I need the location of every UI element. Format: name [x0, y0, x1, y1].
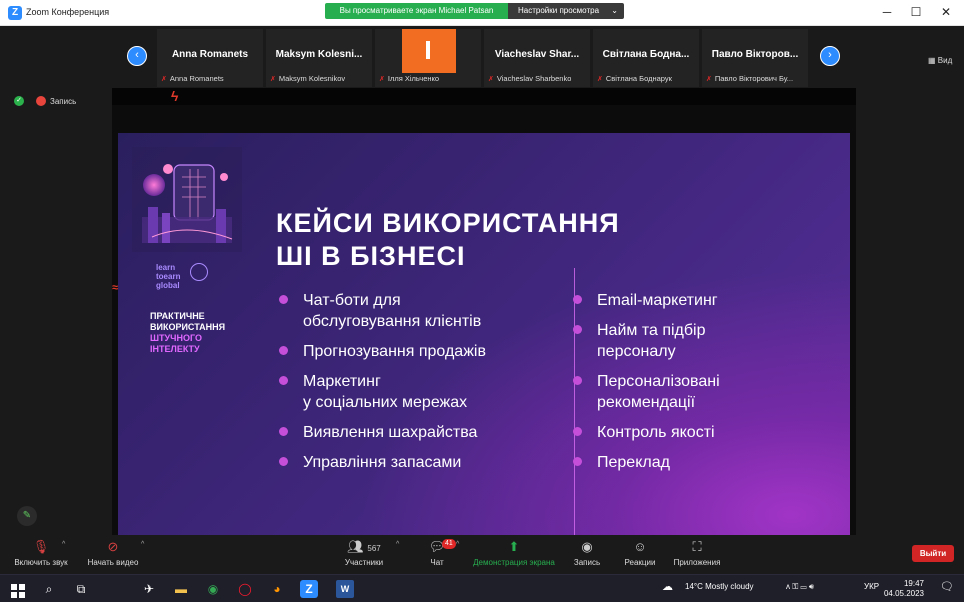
zoom-window: Z Zoom Конференция Вы просматриваете экр…	[0, 0, 964, 602]
participant-tile[interactable]: Павло Вікторов... ✗ Павло Вікторович Бу..…	[702, 29, 808, 87]
participant-label: ✗ Світлана Боднарук	[597, 74, 672, 83]
participant-label: ✗ Maksym Kolesnikov	[270, 74, 346, 83]
opera-icon[interactable]: ◯	[236, 580, 254, 598]
participant-name: Viacheslav Shar...	[494, 49, 580, 60]
participants-icon: 👥︎ 567	[347, 539, 381, 554]
list-item: Персоналізовані рекомендації	[570, 371, 830, 413]
recording-icon	[36, 96, 46, 106]
tray-icons[interactable]: ʌ ⚿ ▭ 🔊︎	[786, 582, 814, 592]
participant-label: ✗ Павло Вікторович Бу...	[706, 74, 794, 83]
slide-subtitle: ПРАКТИЧНЕ ВИКОРИСТАННЯ ШТУЧНОГО ІНТЕЛЕКТ…	[150, 311, 226, 354]
weather-icon[interactable]: ☁	[662, 580, 673, 593]
start-video-button[interactable]: ⊘ Начать видео	[85, 539, 141, 567]
participant-label: ✗ Anna Romanets	[161, 74, 224, 83]
share-screen-icon: ⬆	[508, 539, 520, 554]
participant-tile[interactable]: ✗ Ілля Хільченко	[375, 29, 481, 87]
chrome-icon[interactable]: ◉	[204, 580, 222, 598]
participant-tile[interactable]: Maksym Kolesni... ✗ Maksym Kolesnikov	[266, 29, 372, 87]
slide-illustration	[132, 147, 242, 252]
list-item: Контроль якості	[570, 422, 830, 443]
participant-label: ✗ Ілля Хільченко	[379, 74, 440, 83]
view-button[interactable]: ▦ Вид	[928, 56, 952, 65]
recording-label: Запись	[50, 97, 77, 106]
camera-off-icon: ⊘	[107, 539, 119, 554]
presentation-slide: learn toearn global ПРАКТИЧНЕ ВИКОРИСТАН…	[118, 133, 850, 535]
screen-share-banner: Вы просматриваете экран Michael Patsan	[325, 3, 508, 19]
participant-name: Світлана Бодна...	[602, 49, 690, 60]
view-settings-label: Настройки просмотра	[518, 6, 600, 15]
search-icon[interactable]: ⌕	[40, 580, 58, 598]
participants-caret[interactable]: ^	[396, 541, 399, 548]
gallery-prev-button[interactable]: ‹	[127, 46, 147, 66]
notifications-icon[interactable]: 🗨︎	[940, 580, 954, 593]
view-settings-button[interactable]: Настройки просмотра ⌄	[508, 3, 624, 19]
windows-start-icon[interactable]	[9, 580, 27, 598]
list-item: Маркетинг у соціальних мережах	[276, 371, 546, 413]
weather-text[interactable]: 14°C Mostly cloudy	[685, 582, 754, 591]
list-item: Управління запасами	[276, 452, 546, 473]
shared-screen-topbar	[112, 88, 856, 105]
mic-muted-icon: ✗	[379, 76, 385, 83]
list-item: Виявлення шахрайства	[276, 422, 546, 443]
video-options-caret[interactable]: ^	[141, 541, 144, 548]
gallery-next-button[interactable]: ›	[820, 46, 840, 66]
zoom-taskbar-icon[interactable]: Z	[300, 580, 318, 598]
clock[interactable]: 19:47 04.05.2023	[884, 579, 924, 599]
participant-tile[interactable]: Світлана Бодна... ✗ Світлана Боднарук	[593, 29, 699, 87]
mic-muted-icon: ✗	[706, 76, 712, 83]
close-icon[interactable]: ✕	[936, 4, 956, 20]
participant-label: ✗ Viacheslav Sharbenko	[488, 74, 572, 83]
participant-name: Павло Вікторов...	[711, 49, 799, 60]
mic-muted-icon: ✗	[161, 76, 167, 83]
pen-icon[interactable]: ✎	[17, 506, 37, 526]
list-item: Чат-боти для обслуговування клієнтів	[276, 290, 546, 332]
file-explorer-icon[interactable]: ▬	[172, 580, 190, 598]
record-button[interactable]: ◉ Запись	[570, 539, 604, 567]
language-indicator[interactable]: УКР	[864, 582, 879, 591]
mic-muted-icon: ✗	[270, 76, 276, 83]
participant-avatar	[402, 29, 456, 73]
list-item: Прогнозування продажів	[276, 341, 546, 362]
participant-tile[interactable]: Anna Romanets ✗ Anna Romanets	[157, 29, 263, 87]
mic-muted-icon: ✗	[488, 76, 494, 83]
chat-button[interactable]: 💬︎ 41 Чат	[422, 539, 456, 567]
share-screen-button[interactable]: ⬆ Демонстрация экрана	[472, 539, 556, 567]
participants-count: 567	[367, 544, 381, 553]
task-view-icon[interactable]: ⧉	[72, 580, 90, 598]
record-icon: ◉	[581, 539, 593, 554]
participant-name: Maksym Kolesni...	[275, 49, 363, 60]
leave-button[interactable]: Выйти	[912, 545, 954, 562]
participant-gallery: ‹ Anna Romanets ✗ Anna Romanets Maksym Ko…	[0, 26, 964, 88]
chat-badge: 41	[442, 539, 456, 549]
annotation-mark: ϟ	[171, 88, 179, 104]
participant-tile[interactable]: Viacheslav Shar... ✗ Viacheslav Sharbenko	[484, 29, 590, 87]
chevron-down-icon: ⌄	[611, 6, 618, 15]
firefox-icon[interactable]: ◕	[268, 580, 286, 598]
slide-headline: КЕЙСИ ВИКОРИСТАННЯ ШІ В БІЗНЕСІ	[276, 208, 620, 271]
maximize-icon[interactable]: ☐	[906, 4, 926, 20]
list-item: Найм та підбір персоналу	[570, 320, 830, 362]
app-icon[interactable]: ✈	[140, 580, 158, 598]
reactions-button[interactable]: ☺ Реакции	[622, 539, 658, 567]
audio-options-caret[interactable]: ^	[62, 541, 65, 548]
apps-button[interactable]: ⛶ Приложения	[672, 539, 722, 567]
windows-taskbar: ⌕ ⧉ ✈ ▬ ◉ ◯ ◕ Z W ☁ 14°C Mostly cloudy ʌ…	[0, 574, 964, 602]
minimize-icon[interactable]: ─	[877, 4, 897, 20]
apps-icon: ⛶	[692, 539, 702, 554]
title-bar: Z Zoom Конференция Вы просматриваете экр…	[0, 0, 964, 26]
window-title: Zoom Конференция	[26, 7, 110, 17]
participants-button[interactable]: 👥︎ 567 Участники	[342, 539, 386, 567]
globe-icon	[190, 263, 208, 281]
meeting-toolbar: 🎙︎ Включить звук ^ ⊘ Начать видео ^ 👥︎ 5…	[0, 535, 964, 574]
chat-caret[interactable]: ^	[456, 541, 459, 548]
reactions-icon: ☺	[633, 539, 647, 554]
learn-to-earn-logo: learn toearn global	[156, 263, 208, 290]
shield-icon[interactable]: ✓	[14, 96, 24, 106]
mic-muted-icon: ✗	[597, 76, 603, 83]
list-item: Email-маркетинг	[570, 290, 830, 311]
zoom-logo-icon: Z	[8, 6, 22, 20]
participant-name: Anna Romanets	[171, 49, 249, 60]
list-item: Переклад	[570, 452, 830, 473]
word-icon[interactable]: W	[336, 580, 354, 598]
